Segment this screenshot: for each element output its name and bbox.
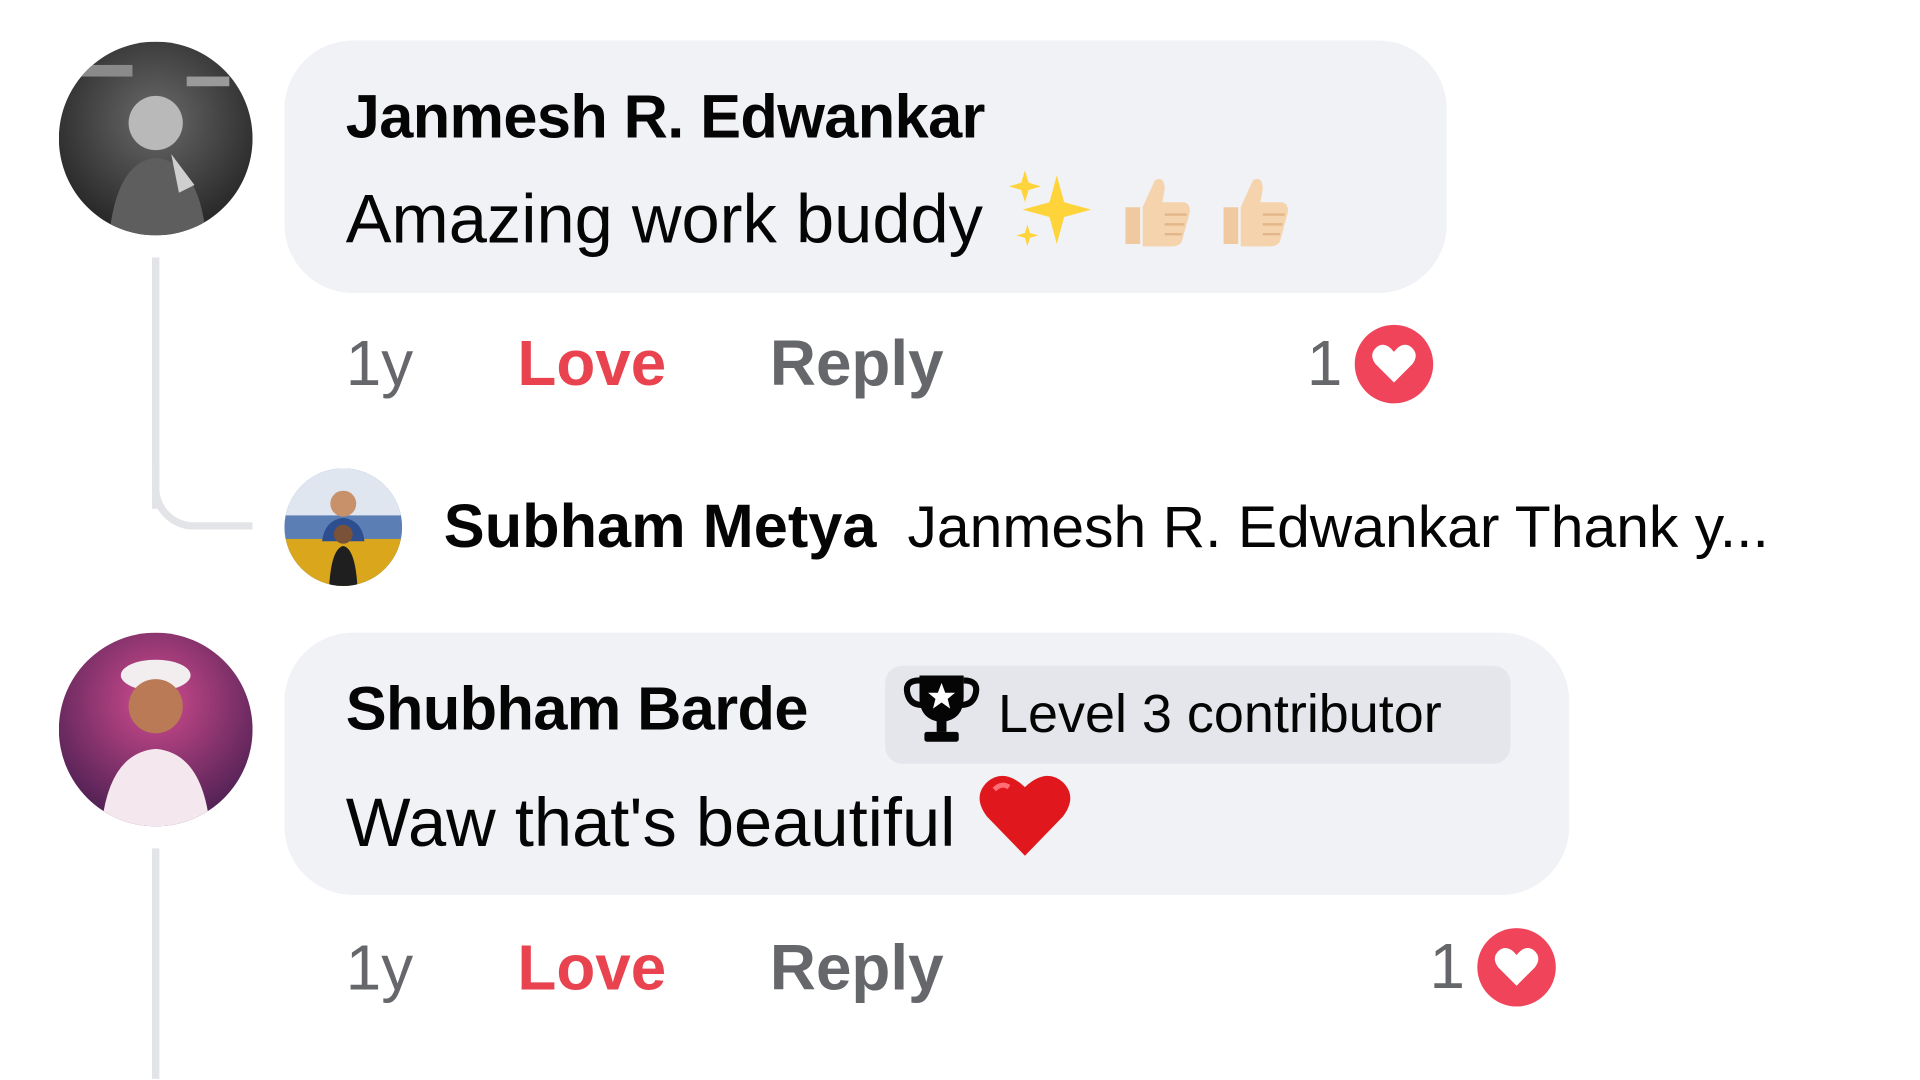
comment-thread: Janmesh R. Edwankar Amazing work buddy 1… — [0, 0, 1900, 1079]
comment-time[interactable]: 1y — [346, 327, 413, 401]
reply-button[interactable]: Reply — [770, 932, 944, 1006]
reaction-count: 1 — [1429, 931, 1465, 1003]
red-heart-emoji — [978, 769, 1074, 873]
sparkles-emoji — [1008, 167, 1099, 269]
reply-author[interactable]: Subham Metya — [444, 492, 877, 561]
comment-author[interactable]: Janmesh R. Edwankar — [346, 81, 986, 152]
reaction-summary[interactable]: 1 — [1430, 927, 1556, 1008]
heart-icon — [1477, 928, 1556, 1007]
thumbs-up-emoji — [1111, 167, 1197, 269]
reaction-count: 1 — [1306, 328, 1343, 400]
comment-body: Waw that's beautiful — [345, 782, 956, 861]
love-button[interactable]: Love — [517, 932, 666, 1006]
reply-button[interactable]: Reply — [770, 327, 944, 401]
comment-time[interactable]: 1y — [346, 932, 413, 1006]
contributor-badge[interactable]: Level 3 contributor — [885, 665, 1511, 764]
heart-icon — [1354, 324, 1434, 404]
thread-connector-curve — [152, 465, 253, 530]
comment-text: Waw that's beautiful — [346, 775, 1073, 868]
trophy-icon — [902, 670, 980, 759]
avatar-subham[interactable] — [284, 468, 403, 587]
reply-text: Janmesh R. Edwankar Thank y... — [907, 495, 1769, 561]
comment-actions: 1y Love Reply — [346, 327, 1082, 405]
comment-actions: 1y Love Reply — [346, 932, 1082, 1010]
love-button[interactable]: Love — [517, 327, 666, 401]
comment-body: Amazing work buddy — [345, 179, 984, 257]
comment-author[interactable]: Shubham Barde — [346, 673, 809, 744]
reaction-summary[interactable]: 1 — [1306, 324, 1434, 405]
comment-text: Amazing work buddy — [345, 169, 1295, 265]
thread-connector-vertical — [152, 848, 160, 1079]
badge-label: Level 3 contributor — [997, 684, 1442, 745]
reply-preview[interactable]: Subham Metya Janmesh R. Edwankar Thank y… — [444, 490, 1769, 561]
thumbs-up-emoji — [1209, 167, 1295, 269]
avatar-janmesh[interactable] — [58, 41, 253, 236]
avatar-shubham[interactable] — [58, 632, 253, 827]
